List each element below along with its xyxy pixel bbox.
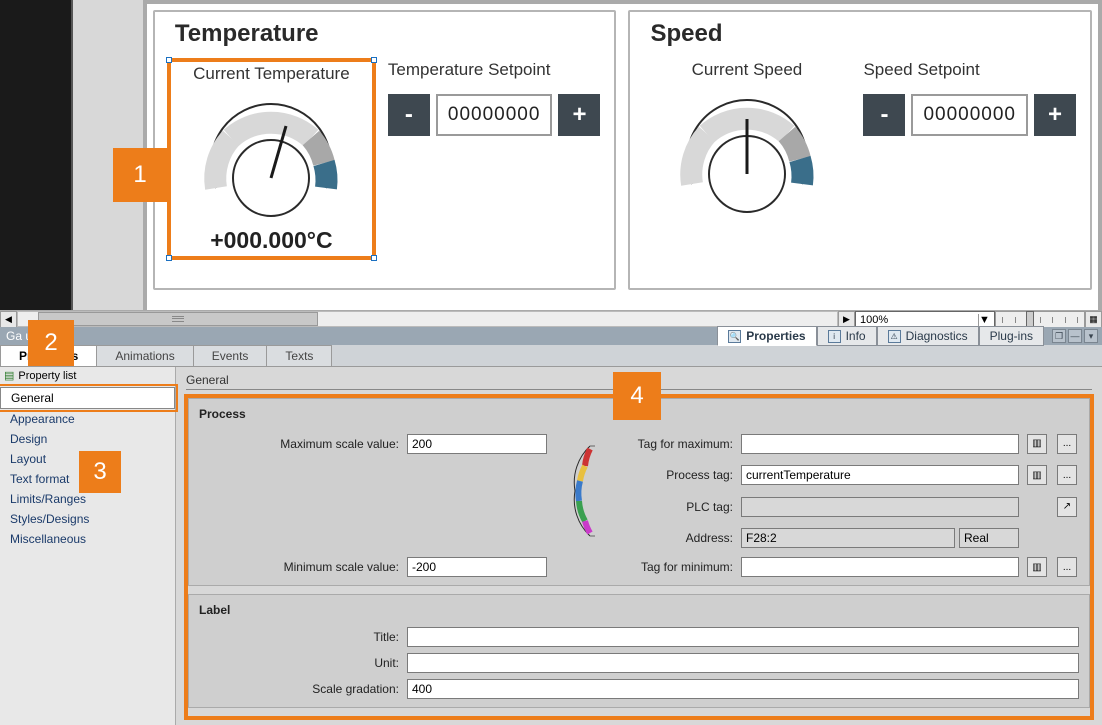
sidebar-item-general[interactable]: General	[0, 387, 175, 409]
label-title: Title:	[199, 630, 399, 644]
zoom-value: 100%	[860, 314, 888, 326]
input-process-tag[interactable]	[741, 465, 1019, 485]
property-list-header: ▤ Property list	[0, 367, 175, 385]
gauge-value: +000.000°C	[173, 227, 370, 254]
scroll-thumb[interactable]	[38, 312, 318, 326]
label-scale-gradation: Scale gradation:	[199, 682, 399, 696]
scroll-left-icon[interactable]: ◀	[0, 311, 17, 328]
sidebar-item-styles-designs[interactable]: Styles/Designs	[0, 509, 175, 529]
label-unit: Unit:	[199, 656, 399, 670]
gauge-icon	[186, 88, 356, 218]
callout-3: 3	[79, 451, 121, 493]
label-min-scale: Minimum scale value:	[199, 560, 399, 574]
panel-title: Temperature	[169, 20, 601, 48]
panel-title: Speed	[644, 20, 1076, 48]
label-plc-tag: PLC tag:	[603, 500, 733, 514]
mini-gauge-icon	[555, 431, 595, 551]
goto-icon[interactable]: ↗	[1057, 497, 1077, 517]
callout-1: 1	[113, 148, 167, 202]
dropdown-icon[interactable]: ▼	[978, 314, 990, 326]
group-title: Label	[199, 603, 1079, 617]
tab-animations[interactable]: Animations	[96, 345, 193, 366]
tab-diagnostics[interactable]: ⚠Diagnostics	[877, 326, 979, 346]
browse-button[interactable]: ...	[1057, 434, 1077, 454]
diagnostics-icon: ⚠	[888, 330, 901, 343]
info-icon: i	[828, 330, 841, 343]
property-list-sidebar: ▤ Property list General Appearance Desig…	[0, 367, 176, 725]
setpoint-value[interactable]: 00000000	[911, 94, 1028, 136]
property-content: General Process Maximum scale value:	[176, 367, 1102, 725]
sidebar-item-miscellaneous[interactable]: Miscellaneous	[0, 529, 175, 549]
panel-temperature[interactable]: Temperature Current Temperature	[153, 10, 617, 290]
object-title-bar: Ga uge] 🔍Properties iInfo ⚠Diagnostics P…	[0, 327, 1102, 345]
tag-picker-icon[interactable]: ▥	[1027, 557, 1047, 577]
input-max-scale[interactable]	[407, 434, 547, 454]
label-address: Address:	[603, 531, 733, 545]
scroll-track[interactable]	[17, 311, 838, 327]
group-process: Process Maximum scale value:	[188, 398, 1090, 586]
selection-handle[interactable]	[371, 57, 377, 63]
tag-picker-icon[interactable]: ▥	[1027, 465, 1047, 485]
tab-properties[interactable]: 🔍Properties	[717, 326, 816, 346]
inspector-tabs: 🔍Properties iInfo ⚠Diagnostics Plug-ins	[717, 326, 1044, 346]
grid-icon[interactable]: ▦	[1085, 311, 1102, 328]
gauge-label: Current Speed	[644, 60, 849, 80]
browse-button[interactable]: ...	[1057, 557, 1077, 577]
plus-button[interactable]: +	[558, 94, 600, 136]
properties-panel: ▤ Property list General Appearance Desig…	[0, 367, 1102, 725]
ruler-dark	[0, 0, 73, 310]
setpoint-label: Temperature Setpoint	[388, 60, 601, 80]
label-tag-min: Tag for minimum:	[603, 560, 733, 574]
minus-button[interactable]: -	[388, 94, 430, 136]
selection-handle[interactable]	[166, 255, 172, 261]
setpoint-label: Speed Setpoint	[863, 60, 1076, 80]
input-tag-min[interactable]	[741, 557, 1019, 577]
gauge-current-temperature[interactable]: Current Temperature +000.000°C	[169, 60, 374, 258]
input-title[interactable]	[407, 627, 1079, 647]
label-max-scale: Maximum scale value:	[199, 437, 399, 451]
input-address	[741, 528, 955, 548]
sidebar-item-design[interactable]: Design	[0, 429, 175, 449]
tab-info[interactable]: iInfo	[817, 326, 877, 346]
setpoint-speed: Speed Setpoint - 00000000 +	[863, 60, 1076, 219]
selection-handle[interactable]	[166, 57, 172, 63]
input-unit[interactable]	[407, 653, 1079, 673]
sidebar-item-appearance[interactable]: Appearance	[0, 409, 175, 429]
window-button[interactable]: —	[1068, 329, 1082, 343]
plus-button[interactable]: +	[1034, 94, 1076, 136]
gauge-current-speed[interactable]: Current Speed	[644, 60, 849, 219]
window-button[interactable]: ❐	[1052, 329, 1066, 343]
input-min-scale[interactable]	[407, 557, 547, 577]
input-scale-gradation[interactable]	[407, 679, 1079, 699]
callout-2: 2	[28, 320, 74, 366]
setpoint-temperature: Temperature Setpoint - 00000000 +	[388, 60, 601, 258]
input-tag-max[interactable]	[741, 434, 1019, 454]
minus-button[interactable]: -	[863, 94, 905, 136]
input-plc-tag	[741, 497, 1019, 517]
setpoint-value[interactable]: 00000000	[436, 94, 553, 136]
properties-icon: 🔍	[728, 330, 741, 343]
group-label: Label Title: Unit: Scale gradation:	[188, 594, 1090, 708]
list-icon: ▤	[4, 369, 14, 382]
window-button[interactable]: ▾	[1084, 329, 1098, 343]
horizontal-scrollbar[interactable]: ◀ ▶ 100% ▼ ▦	[0, 310, 1102, 327]
label-tag-max: Tag for maximum:	[603, 437, 733, 451]
main-tabs: Properties Animations Events Texts	[0, 345, 1102, 367]
tab-events[interactable]: Events	[193, 345, 268, 366]
tag-picker-icon[interactable]: ▥	[1027, 434, 1047, 454]
selection-handle[interactable]	[371, 255, 377, 261]
design-surface[interactable]: Temperature Current Temperature	[143, 0, 1102, 310]
panel-speed[interactable]: Speed Current Speed	[628, 10, 1092, 290]
browse-button[interactable]: ...	[1057, 465, 1077, 485]
label-process-tag: Process tag:	[603, 468, 733, 482]
tab-texts[interactable]: Texts	[266, 345, 332, 366]
gauge-label: Current Temperature	[173, 64, 370, 84]
tab-plugins[interactable]: Plug-ins	[979, 326, 1044, 346]
input-address-type	[959, 528, 1019, 548]
callout-4: 4	[613, 372, 661, 420]
gauge-icon	[662, 84, 832, 214]
